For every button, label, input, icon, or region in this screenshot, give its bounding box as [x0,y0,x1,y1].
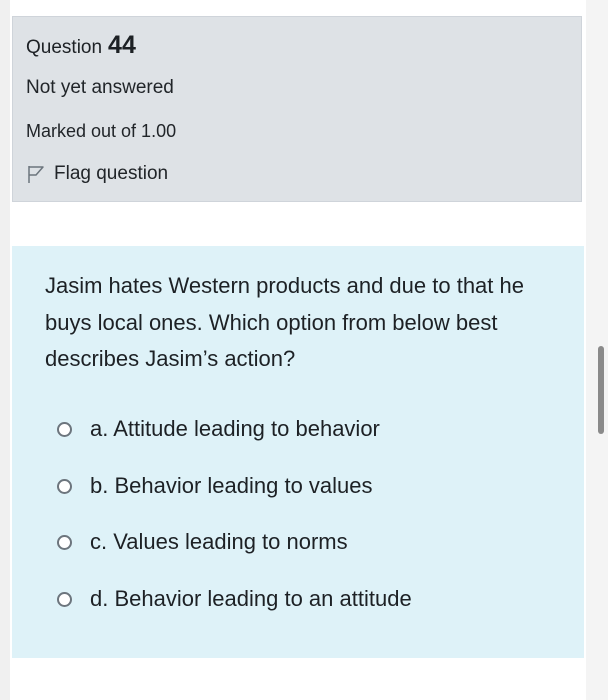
answer-label[interactable]: c. Values leading to norms [90,529,348,555]
flag-question-link[interactable]: Flag question [26,163,168,185]
radio-unchecked-icon[interactable] [57,421,72,437]
question-grade: Marked out of 1.00 [26,121,177,141]
flag-icon [28,166,44,183]
answer-option-c[interactable]: c. Values leading to norms [57,529,348,555]
question-info-panel: Question 44 Not yet answered Marked out o… [12,16,582,202]
answer-option-a[interactable]: a. Attitude leading to behavior [57,416,380,442]
answer-option-b[interactable]: b. Behavior leading to values [57,473,373,499]
left-margin [0,0,10,700]
question-content-panel: Jasim hates Western products and due to … [12,246,584,658]
question-label: Question [26,37,103,58]
scrollbar-thumb[interactable] [598,346,604,434]
radio-unchecked-icon[interactable] [57,591,72,607]
question-number: 44 [108,31,136,59]
radio-unchecked-icon[interactable] [57,534,72,550]
question-state: Not yet answered [26,77,174,98]
answer-label[interactable]: d. Behavior leading to an attitude [90,586,412,612]
question-heading: Question 44 [26,31,136,60]
scrollbar-track[interactable] [586,0,608,700]
flag-question-label: Flag question [54,163,169,184]
question-text: Jasim hates Western products and due to … [45,273,524,371]
radio-unchecked-icon[interactable] [57,478,72,494]
answer-label[interactable]: b. Behavior leading to values [90,473,373,499]
answer-label[interactable]: a. Attitude leading to behavior [90,416,380,442]
answer-option-d[interactable]: d. Behavior leading to an attitude [57,586,412,612]
